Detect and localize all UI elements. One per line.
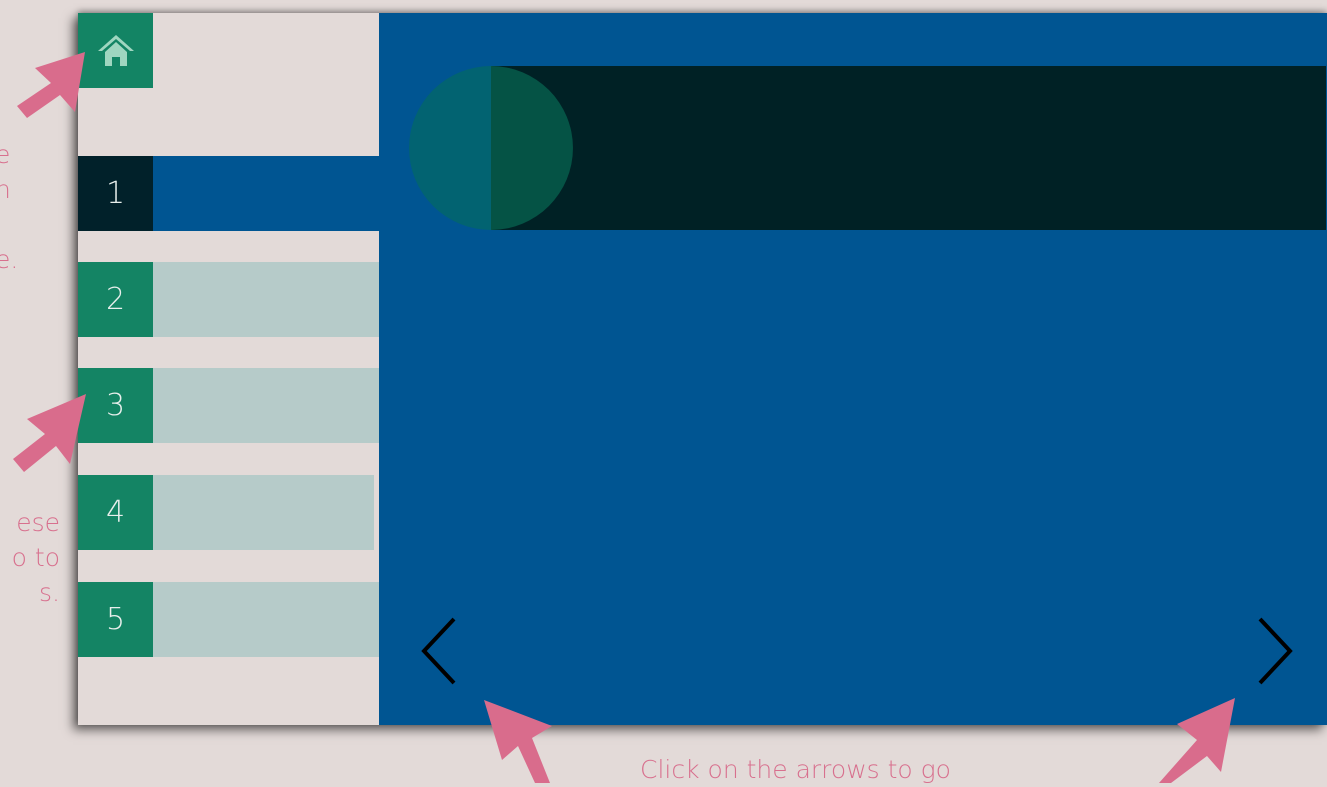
prev-arrow-button[interactable]	[416, 611, 466, 691]
sidebar-item-bar	[153, 156, 379, 231]
title-banner	[492, 66, 1326, 230]
next-arrow-button[interactable]	[1248, 611, 1298, 691]
pointer-arrow-icon	[17, 52, 85, 118]
sidebar-item-number: 1	[78, 156, 153, 231]
sidebar-item-number: 5	[78, 582, 153, 657]
app-window: 1 2 3 4 5	[78, 13, 1327, 725]
pointer-arrow-icon	[1159, 698, 1235, 783]
sidebar-item-bar	[153, 368, 379, 443]
sidebar-item-bar	[153, 262, 379, 337]
sidebar: 1 2 3 4 5	[78, 13, 379, 725]
home-icon	[97, 34, 134, 66]
pointer-arrow-icon	[13, 394, 86, 472]
chevron-right-icon	[1258, 617, 1293, 685]
sidebar-item-number: 4	[78, 475, 153, 550]
chevron-left-icon	[421, 617, 456, 685]
home-hint-text: e n e.	[0, 140, 19, 274]
pointer-arrow-icon	[484, 700, 552, 783]
sidebar-item-bar	[153, 582, 379, 657]
numbers-hint-text: ese o to s.	[11, 508, 60, 607]
sidebar-item-bar	[153, 475, 374, 550]
sidebar-item-number: 2	[78, 262, 153, 337]
banner-circle-icon	[409, 66, 573, 230]
arrows-hint-text: Click on the arrows to go	[640, 755, 951, 784]
